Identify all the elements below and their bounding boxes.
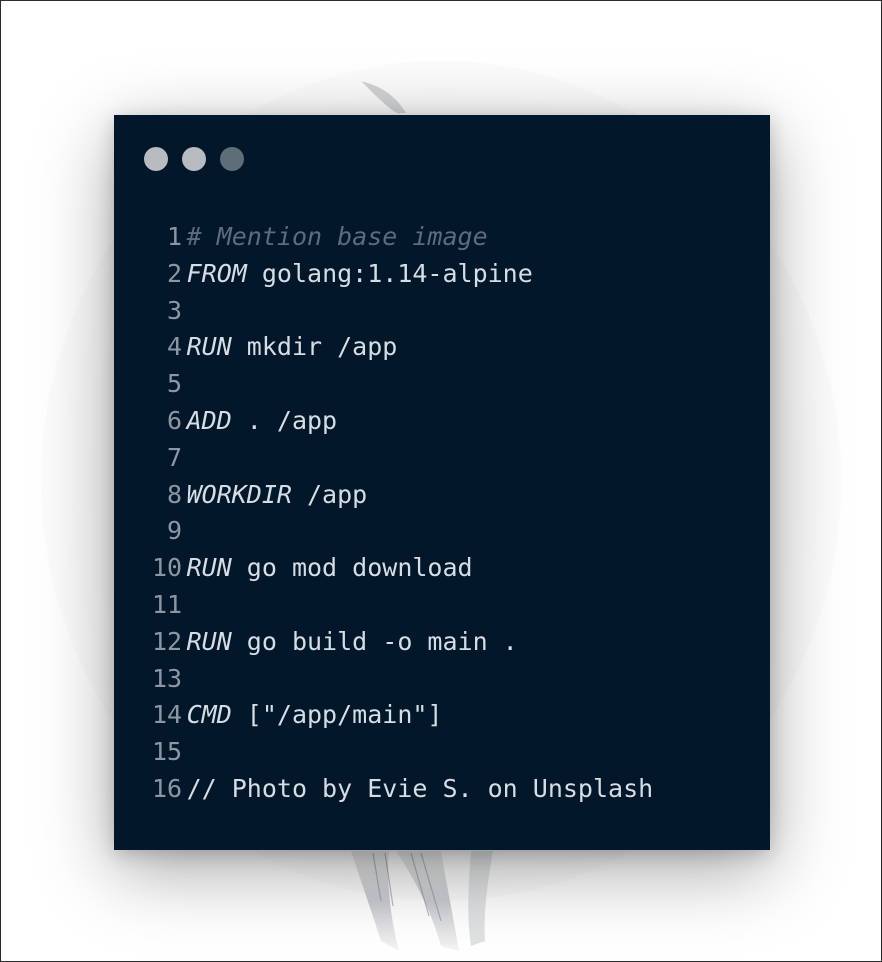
- code-line: 16// Photo by Evie S. on Unsplash: [152, 771, 653, 808]
- line-number: 3: [167, 295, 183, 325]
- code-line: 1 # Mention base image: [152, 219, 653, 256]
- instruction-argument: /app: [291, 479, 368, 509]
- instruction-argument: go mod download: [231, 553, 473, 583]
- line-number: 4: [167, 332, 183, 362]
- instruction-argument: // Photo by Evie S. on Unsplash: [186, 773, 654, 803]
- code-line: 4 RUN mkdir /app: [152, 329, 653, 366]
- instruction-argument: ["/app/main"]: [231, 700, 443, 730]
- code-line: 15: [152, 734, 653, 771]
- line-number: 10: [152, 553, 183, 583]
- screenshot-frame: 1 # Mention base image 2 FROM golang:1.14-a…: [0, 0, 882, 962]
- instruction-keyword: RUN: [186, 626, 232, 656]
- code-line: 13: [152, 661, 653, 698]
- instruction-keyword: FROM: [186, 258, 247, 288]
- code-line: 5: [152, 366, 653, 403]
- line-number: 6: [167, 405, 183, 435]
- code-comment: # Mention base image: [186, 222, 488, 251]
- minimize-control-dot[interactable]: [182, 147, 206, 171]
- line-number: 11: [152, 589, 183, 619]
- instruction-keyword: ADD: [186, 405, 232, 435]
- line-number: 1: [167, 222, 183, 251]
- code-window: 1 # Mention base image 2 FROM golang:1.14-a…: [114, 115, 770, 850]
- line-number: 15: [152, 737, 183, 767]
- code-line: 14 CMD ["/app/main"]: [152, 697, 653, 734]
- code-line: 2 FROM golang:1.14-alpine: [152, 256, 653, 293]
- line-number: 8: [167, 479, 183, 509]
- window-controls: [144, 147, 244, 171]
- instruction-keyword: RUN: [186, 553, 232, 583]
- code-line: 7: [152, 440, 653, 477]
- code-line: 9: [152, 513, 653, 550]
- line-number: 9: [167, 516, 183, 546]
- code-line: 12 RUN go build -o main .: [152, 624, 653, 661]
- instruction-argument: golang:1.14-alpine: [246, 258, 533, 288]
- line-number: 7: [167, 442, 183, 472]
- line-number: 5: [167, 369, 183, 399]
- code-line: 3: [152, 293, 653, 330]
- code-line: 6 ADD . /app: [152, 403, 653, 440]
- close-control-dot[interactable]: [144, 147, 168, 171]
- instruction-argument: . /app: [231, 405, 338, 435]
- instruction-keyword: RUN: [186, 332, 232, 362]
- code-line: 8 WORKDIR /app: [152, 477, 653, 514]
- line-number: 2: [167, 258, 183, 288]
- line-number: 14: [152, 700, 183, 730]
- line-number: 13: [152, 663, 183, 693]
- code-block: 1 # Mention base image 2 FROM golang:1.14-a…: [152, 219, 653, 808]
- code-line: 10 RUN go mod download: [152, 550, 653, 587]
- instruction-argument: mkdir /app: [231, 332, 398, 362]
- line-number: 16: [152, 773, 183, 803]
- instruction-keyword: WORKDIR: [186, 479, 292, 509]
- instruction-argument: go build -o main .: [231, 626, 518, 656]
- line-number: 12: [152, 626, 183, 656]
- instruction-keyword: CMD: [186, 700, 232, 730]
- code-line: 11: [152, 587, 653, 624]
- zoom-control-dot[interactable]: [220, 147, 244, 171]
